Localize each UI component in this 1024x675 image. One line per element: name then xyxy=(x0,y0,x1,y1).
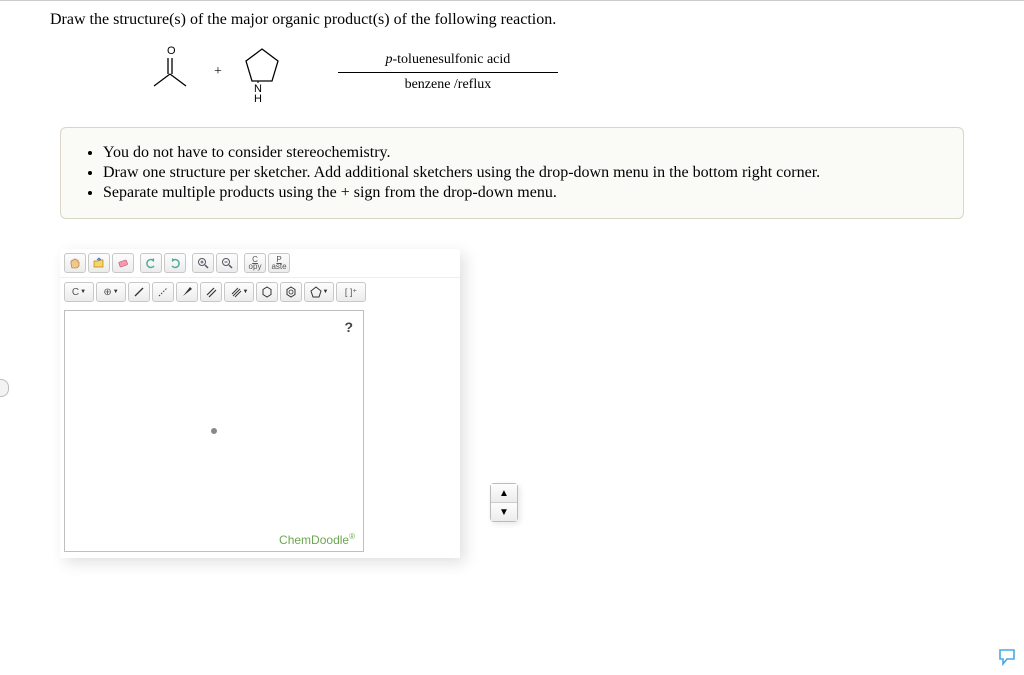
open-icon xyxy=(93,257,105,269)
hand-icon xyxy=(69,257,81,269)
ring-picker-button[interactable]: ▼ xyxy=(304,282,334,302)
feedback-icon[interactable] xyxy=(998,648,1018,671)
zoom-out-icon xyxy=(221,257,233,269)
pentagon-icon xyxy=(310,286,322,298)
undo-button[interactable] xyxy=(140,253,162,273)
cyclohexane-ring-button[interactable] xyxy=(256,282,278,302)
erase-button[interactable] xyxy=(112,253,134,273)
wedge-bond-button[interactable] xyxy=(176,282,198,302)
reaction-condition-bottom: benzene /reflux xyxy=(405,77,492,93)
charge-label: ⊕ xyxy=(103,287,111,298)
paste-button[interactable]: P aste xyxy=(268,253,290,273)
hexagon-icon xyxy=(261,286,273,298)
chemdoodle-sketcher: C opy P aste C▼ ⊕▼ xyxy=(60,249,460,558)
charge-picker-button[interactable]: ⊕▼ xyxy=(96,282,126,302)
redo-icon xyxy=(169,257,181,269)
eraser-icon xyxy=(117,257,129,269)
benzene-ring-button[interactable] xyxy=(280,282,302,302)
wedge-icon xyxy=(181,286,193,298)
chevron-down-icon: ▼ xyxy=(113,289,119,295)
instruction-item: Draw one structure per sketcher. Add add… xyxy=(103,164,943,182)
dashed-bond-icon xyxy=(157,286,169,298)
redo-button[interactable] xyxy=(164,253,186,273)
element-picker-button[interactable]: C▼ xyxy=(64,282,94,302)
help-button[interactable]: ? xyxy=(344,319,353,335)
triple-bond-icon xyxy=(230,286,242,298)
triple-bond-button[interactable]: ▼ xyxy=(224,282,254,302)
reaction-plus: + xyxy=(214,64,222,80)
svg-text:H: H xyxy=(254,93,262,103)
instructions-box: You do not have to consider stereochemis… xyxy=(60,127,964,219)
move-tool-button[interactable] xyxy=(64,253,86,273)
question-prompt: Draw the structure(s) of the major organ… xyxy=(50,11,1024,29)
reaction-scheme: O + N H p-toluenesulfonic acid benzene /… xyxy=(140,37,1024,107)
paste-label-rest: aste xyxy=(271,263,286,270)
sketcher-count-spinner: ▲ ▼ xyxy=(490,483,518,522)
reagent-2-pyrrolidine: N H xyxy=(236,41,288,103)
recessed-bond-button[interactable] xyxy=(152,282,174,302)
undo-icon xyxy=(145,257,157,269)
chevron-down-icon: ▼ xyxy=(80,289,86,295)
double-bond-icon xyxy=(205,286,217,298)
left-scroll-nub[interactable] xyxy=(0,379,9,397)
chevron-down-icon: ▼ xyxy=(323,289,329,295)
reaction-condition-top: p-toluenesulfonic acid xyxy=(386,52,511,68)
copy-label-rest: opy xyxy=(249,263,262,270)
double-bond-button[interactable] xyxy=(200,282,222,302)
single-bond-button[interactable] xyxy=(128,282,150,302)
copy-button[interactable]: C opy xyxy=(244,253,266,273)
zoom-in-icon xyxy=(197,257,209,269)
chevron-down-icon: ▼ xyxy=(243,289,249,295)
reaction-arrow: p-toluenesulfonic acid benzene /reflux xyxy=(338,52,558,93)
instruction-item: You do not have to consider stereochemis… xyxy=(103,144,943,162)
open-button[interactable] xyxy=(88,253,110,273)
instruction-item: Separate multiple products using the + s… xyxy=(103,184,943,202)
sketcher-canvas[interactable]: ? ChemDoodle® xyxy=(64,310,364,552)
spinner-up-button[interactable]: ▲ xyxy=(491,484,517,503)
brackets-button[interactable]: [ ]⁺ xyxy=(336,282,366,302)
zoom-out-button[interactable] xyxy=(216,253,238,273)
toolbar-row-1: C opy P aste xyxy=(60,249,460,278)
element-label: C xyxy=(72,287,79,298)
reagent-1-ketone: O xyxy=(140,44,200,100)
chemdoodle-brand: ChemDoodle® xyxy=(279,532,355,547)
canvas-center-dot xyxy=(211,428,217,434)
benzene-icon xyxy=(285,286,297,298)
zoom-in-button[interactable] xyxy=(192,253,214,273)
toolbar-row-2: C▼ ⊕▼ ▼ xyxy=(60,278,460,306)
svg-text:O: O xyxy=(167,45,176,57)
spinner-down-button[interactable]: ▼ xyxy=(491,503,517,521)
single-bond-icon xyxy=(133,286,145,298)
